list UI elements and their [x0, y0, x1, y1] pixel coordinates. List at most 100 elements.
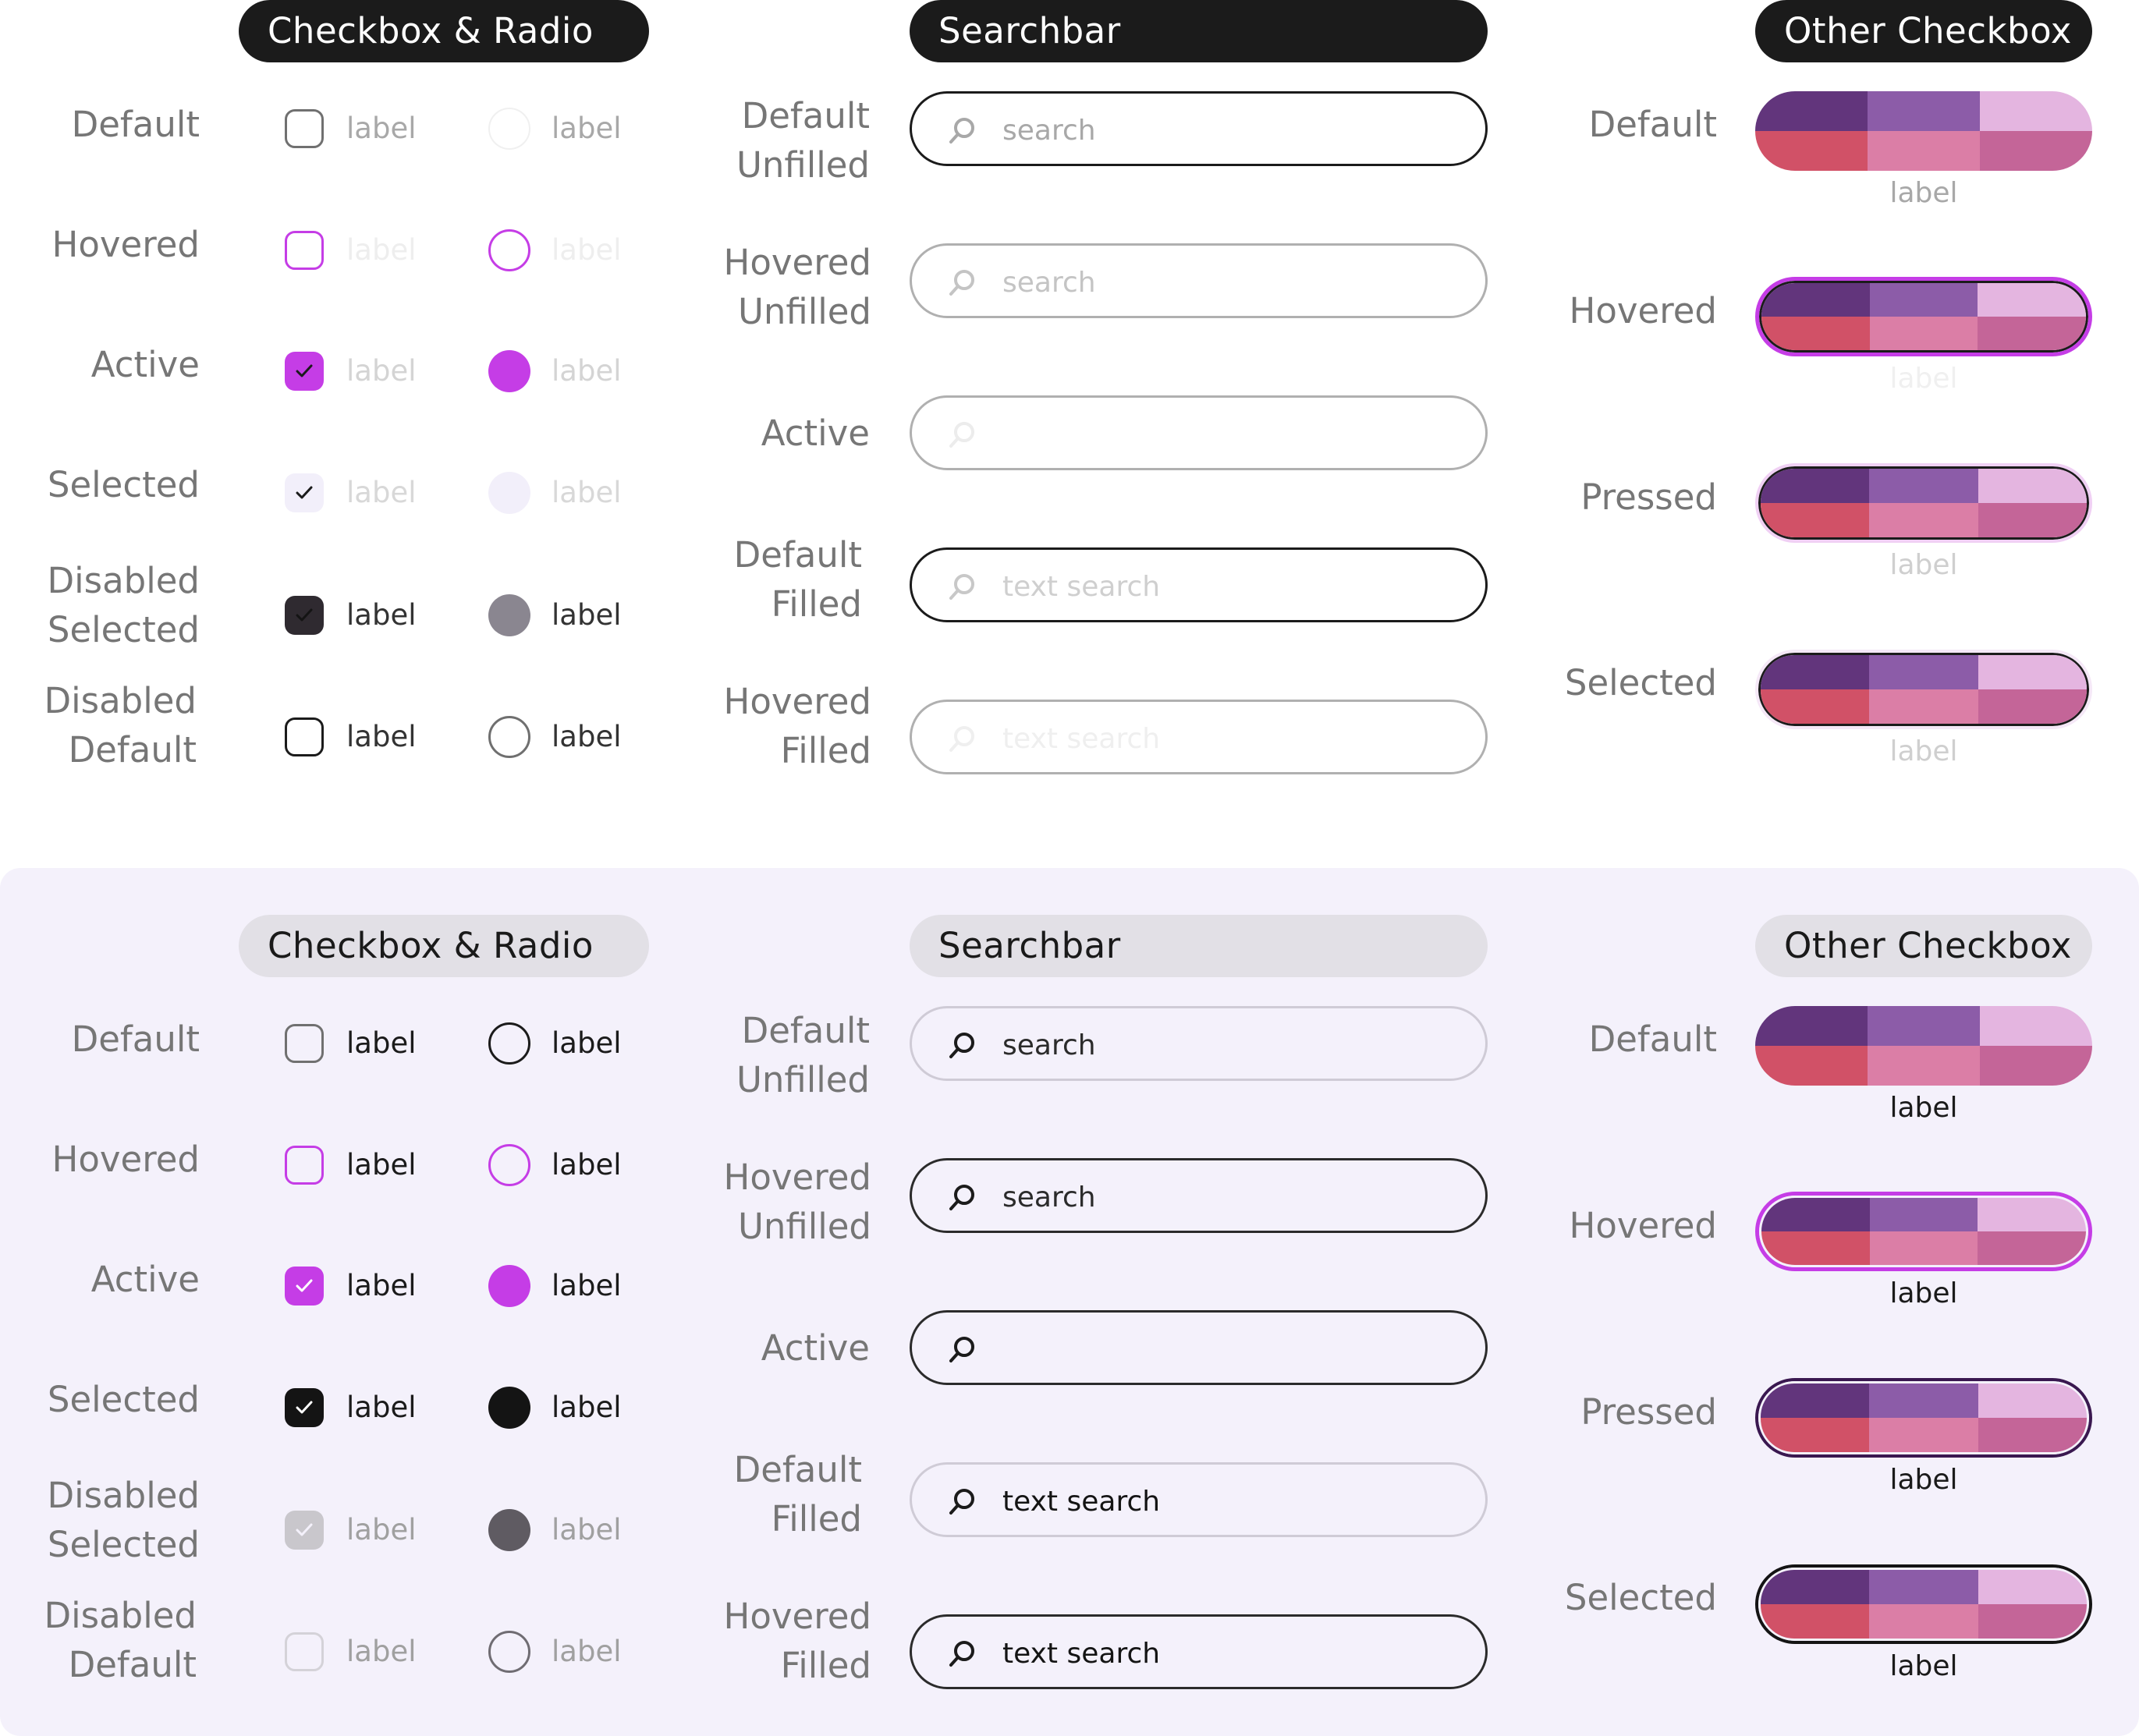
color-swatch-pressed[interactable] [1755, 463, 2092, 543]
color-swatch-hovered[interactable] [1755, 277, 2092, 356]
swatch-color-cell [1761, 503, 1870, 537]
search-state-active: Active [761, 1327, 870, 1369]
checkbox-disabled-default [285, 717, 324, 756]
color-swatch-selected[interactable] [1755, 1564, 2092, 1644]
radio-label: label [552, 233, 622, 267]
radio-default[interactable] [488, 108, 530, 150]
swatch-color-cell [1978, 655, 2087, 689]
swatch-color-cell [1978, 1418, 2087, 1452]
color-swatch-hovered[interactable] [1755, 1192, 2092, 1271]
checkbox-label: label [346, 476, 417, 509]
search-state-active: Active [761, 413, 870, 454]
state-label-selected: Selected [47, 1379, 200, 1420]
radio-hovered[interactable] [488, 229, 530, 271]
checkbox-label: label [346, 1391, 417, 1424]
swatch-color-cell [1978, 689, 2087, 724]
radio-label: label [552, 1635, 622, 1668]
searchbar-default-filled[interactable]: text search [910, 1462, 1488, 1537]
swatch-color-cell [1868, 131, 1980, 171]
swatch-label: label [1889, 363, 1958, 395]
checkbox-label: label [346, 1635, 417, 1668]
searchbar-default-unfilled[interactable]: search [910, 1006, 1488, 1081]
swatch-grid [1759, 281, 2088, 353]
color-swatch-selected[interactable] [1755, 650, 2092, 729]
search-icon [949, 726, 974, 752]
checkbox-disabled-selected [285, 1511, 324, 1550]
color-swatch-default[interactable] [1755, 91, 2092, 171]
other-state-hovered: Hovered [1569, 290, 1717, 331]
search-icon [949, 270, 974, 296]
other-state-default: Default [1588, 104, 1717, 145]
searchbar-default-filled[interactable]: text search [910, 547, 1488, 622]
radio-default[interactable] [488, 1022, 530, 1065]
searchbar-hovered-unfilled[interactable]: search [910, 1158, 1488, 1233]
swatch-color-cell [1869, 469, 1978, 503]
checkbox-default[interactable] [285, 1024, 324, 1063]
swatch-color-cell [1868, 1046, 1980, 1086]
searchbar-hovered-filled[interactable]: text search [910, 700, 1488, 774]
state-label-disabled-selected: Disabled Selected [47, 560, 200, 650]
radio-label: label [552, 354, 622, 388]
checkbox-selected[interactable] [285, 473, 324, 512]
radio-label: label [552, 1026, 622, 1060]
searchbar-active[interactable] [910, 395, 1488, 470]
checkbox-disabled-selected [285, 596, 324, 635]
other-state-hovered: Hovered [1569, 1205, 1717, 1246]
state-label-default: Default [71, 1019, 200, 1060]
radio-selected[interactable] [488, 1387, 530, 1429]
swatch-grid [1755, 91, 2092, 171]
other-state-pressed: Pressed [1580, 477, 1717, 518]
checkbox-hovered[interactable] [285, 1146, 324, 1185]
checkbox-label: label [346, 720, 417, 753]
search-icon [949, 574, 974, 600]
radio-hovered[interactable] [488, 1144, 530, 1186]
checkbox-active[interactable] [285, 352, 324, 391]
search-state-default-filled: Default Filled [733, 534, 862, 625]
checkbox-default[interactable] [285, 109, 324, 148]
checkbox-label: label [346, 1148, 417, 1182]
searchbar-hovered-filled[interactable]: text search [910, 1614, 1488, 1689]
swatch-color-cell [1978, 1198, 2086, 1231]
swatch-color-cell [1761, 317, 1870, 350]
swatch-color-cell [1761, 655, 1870, 689]
swatch-color-cell [1755, 1046, 1868, 1086]
radio-selected[interactable] [488, 472, 530, 514]
radio-label: label [552, 1269, 622, 1302]
swatch-color-cell [1869, 283, 1978, 317]
search-state-hovered-filled: Hovered Filled [723, 1596, 871, 1686]
search-text: text search [1002, 1486, 1161, 1518]
check-icon [296, 1279, 313, 1292]
swatch-color-cell [1869, 1231, 1978, 1265]
checkbox-selected[interactable] [285, 1388, 324, 1427]
swatch-grid [1758, 466, 2089, 540]
swatch-grid [1759, 1196, 2088, 1267]
radio-label: label [552, 598, 622, 632]
search-icon [949, 1337, 974, 1362]
radio-label: label [552, 1148, 622, 1182]
checkbox-hovered[interactable] [285, 231, 324, 270]
other-state-selected: Selected [1564, 662, 1717, 703]
search-icon [949, 1489, 974, 1515]
searchbar-active[interactable] [910, 1310, 1488, 1385]
state-label-disabled-selected: Disabled Selected [47, 1475, 200, 1565]
state-label-selected: Selected [47, 464, 200, 505]
search-icon [949, 1033, 974, 1058]
state-label-active: Active [90, 1259, 200, 1300]
swatch-color-cell [1761, 1604, 1870, 1639]
searchbar-default-unfilled[interactable]: search [910, 91, 1488, 166]
radio-active[interactable] [488, 1265, 530, 1307]
swatch-color-cell [1980, 91, 2092, 131]
searchbar-hovered-unfilled[interactable]: search [910, 243, 1488, 318]
color-swatch-default[interactable] [1755, 1006, 2092, 1086]
checkbox-active[interactable] [285, 1267, 324, 1306]
color-swatch-pressed[interactable] [1755, 1378, 2092, 1458]
radio-active[interactable] [488, 350, 530, 392]
state-label-disabled-default: Disabled Default [44, 680, 197, 771]
swatch-color-cell [1978, 503, 2087, 537]
checkbox-label: label [346, 598, 417, 632]
bottom-panel: Checkbox & Radio Searchbar Other Checkbo… [0, 868, 2139, 1736]
swatch-label: label [1889, 1092, 1958, 1124]
header-checkbox-radio: Checkbox & Radio [239, 915, 649, 977]
swatch-color-cell [1978, 317, 2086, 350]
swatch-label: label [1889, 177, 1958, 209]
